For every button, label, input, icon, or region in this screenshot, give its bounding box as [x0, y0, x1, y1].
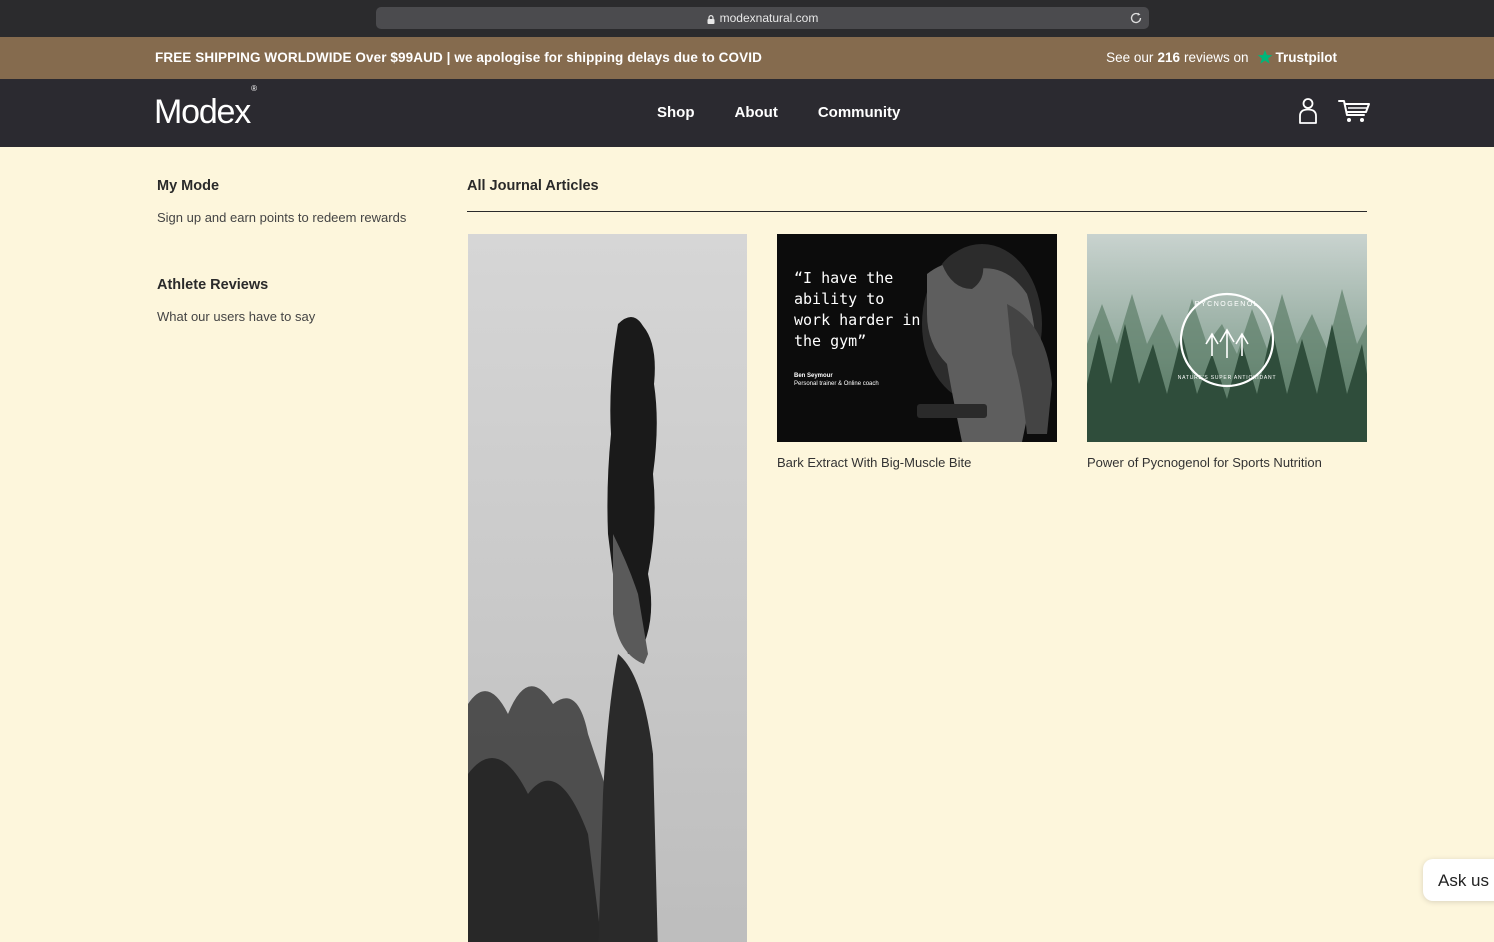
sidebar-item-athlete-reviews[interactable]: Athlete Reviews What our users have to s… [157, 277, 437, 324]
article-image-gym-quote[interactable]: “I have the ability to work harder in th… [777, 234, 1057, 442]
quote-author: Ben Seymour [794, 373, 833, 379]
cart-icon[interactable] [1338, 98, 1370, 124]
promo-banner: FREE SHIPPING WORLDWIDE Over $99AUD | we… [0, 37, 1494, 79]
sidebar-item-desc: What our users have to say [157, 309, 316, 324]
quote-text: “I have the ability to work harder in th… [794, 269, 921, 350]
journal-title: All Journal Articles [467, 178, 1367, 212]
trustpilot-star-icon [1257, 50, 1272, 64]
badge-bottom-text: NATURE'S SUPER ANTIOXIDANT [1178, 375, 1277, 381]
url-text: modexnatural.com [719, 11, 819, 25]
shipping-notice: FREE SHIPPING WORLDWIDE Over $99AUD | we… [155, 50, 762, 65]
nav-icons [1298, 97, 1370, 125]
badge-top-text: PYCNOGENOL [1195, 301, 1259, 308]
chat-label: Ask us [1438, 871, 1490, 890]
trustpilot-reviews[interactable]: See our 216 reviews on Trustpilot [1106, 49, 1337, 65]
address-bar[interactable]: modexnatural.com [376, 7, 1149, 29]
sidebar-item-desc: Sign up and earn points to redeem reward… [157, 210, 407, 225]
article-image-pycnogenol-forest[interactable]: PYCNOGENOL NATURE'S SUPER ANTIOXIDANT [1087, 234, 1367, 442]
reload-icon[interactable] [1129, 11, 1143, 25]
article-caption[interactable]: Power of Pycnogenol for Sports Nutrition [1087, 455, 1367, 470]
registered-mark: ® [251, 83, 257, 93]
quote-role: Personal trainer & Online coach [794, 381, 879, 387]
ask-us-chat-button[interactable]: Ask us [1423, 859, 1494, 901]
logo-text: Modex [154, 93, 251, 131]
reviews-suffix: reviews on [1183, 49, 1249, 65]
nav-about[interactable]: About [735, 104, 778, 121]
quote-attribution: Ben Seymour Personal trainer & Online co… [794, 372, 879, 388]
sidebar-item-title: My Mode [157, 178, 220, 194]
forest-photo: PYCNOGENOL NATURE'S SUPER ANTIOXIDANT [1087, 234, 1367, 442]
reviews-prefix: See our [1106, 49, 1154, 65]
article-card[interactable]: PYCNOGENOL NATURE'S SUPER ANTIOXIDANT Po… [1087, 234, 1367, 470]
main-nav: Modex® Shop About Community [0, 79, 1494, 147]
modex-logo[interactable]: Modex® [154, 84, 257, 132]
reviews-count: 216 [1157, 49, 1180, 65]
athlete-photo [468, 234, 747, 942]
article-card[interactable] [468, 234, 748, 942]
browser-toolbar: modexnatural.com [0, 0, 1494, 37]
sidebar: My Mode Sign up and earn points to redee… [157, 178, 437, 376]
account-icon[interactable] [1298, 97, 1318, 125]
sidebar-item-title: Athlete Reviews [157, 277, 269, 293]
article-image-athlete-portrait[interactable] [468, 234, 747, 942]
article-caption[interactable]: Bark Extract With Big-Muscle Bite [777, 455, 1057, 470]
nav-community[interactable]: Community [818, 104, 901, 121]
article-card[interactable]: “I have the ability to work harder in th… [777, 234, 1057, 470]
sidebar-item-my-mode[interactable]: My Mode Sign up and earn points to redee… [157, 178, 437, 225]
lock-icon [707, 14, 715, 24]
trustpilot-label: Trustpilot [1275, 49, 1338, 65]
nav-links: Shop About Community [657, 104, 900, 121]
journal-section: All Journal Articles “I have the ability… [467, 178, 1367, 942]
nav-shop[interactable]: Shop [657, 104, 695, 121]
